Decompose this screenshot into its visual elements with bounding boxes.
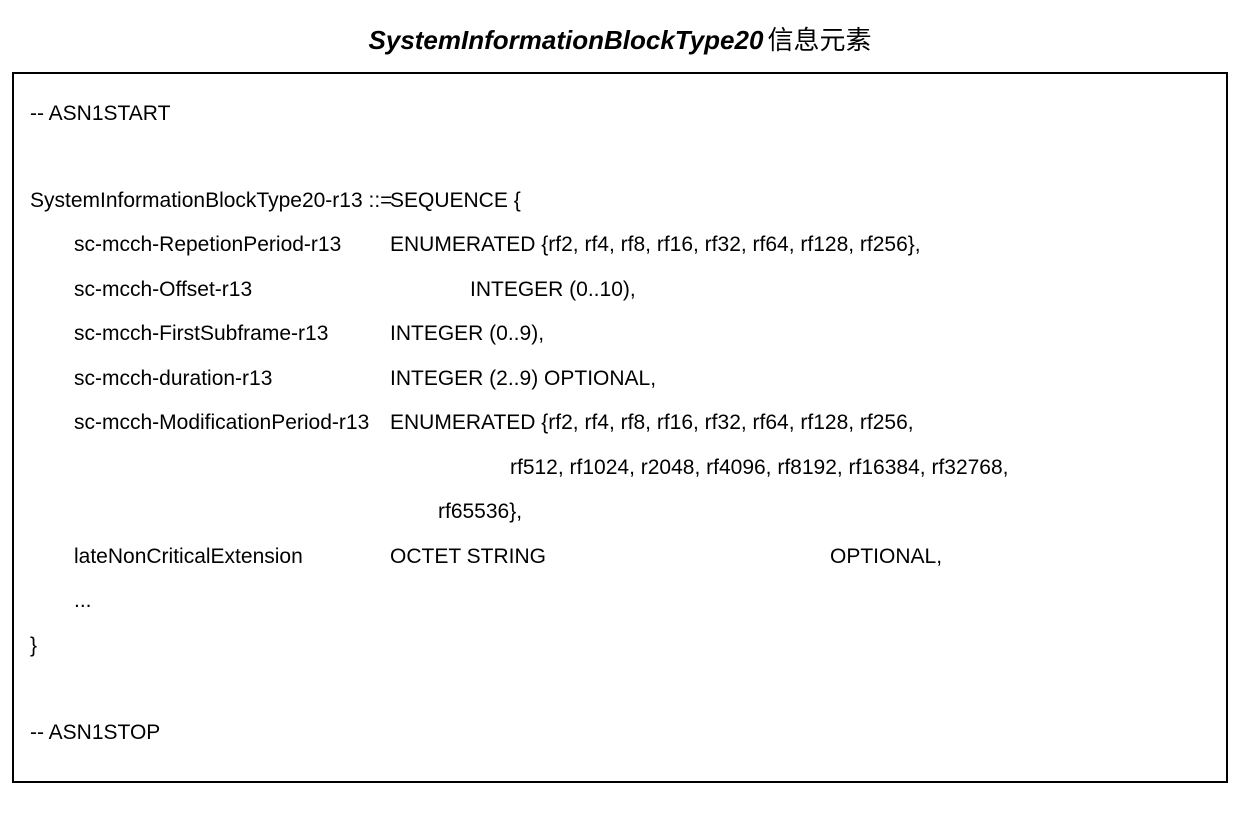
field-type: ENUMERATED {rf2, rf4, rf8, rf16, rf32, r…	[390, 411, 914, 434]
document-title: SystemInformationBlockType20信息元素	[0, 20, 1240, 57]
enum-continuation-1: rf512, rf1024, r2048, rf4096, rf8192, rf…	[30, 452, 1210, 485]
field-name: lateNonCriticalExtension	[74, 541, 390, 574]
asn1-sequence-header: SystemInformationBlockType20-r13 ::=SEQU…	[30, 185, 1210, 218]
field-late-non-critical-extension: lateNonCriticalExtensionOCTET STRINGOPTI…	[30, 541, 1210, 574]
asn1-extension-marker: ...	[30, 585, 1210, 618]
field-name: sc-mcch-duration-r13	[74, 363, 390, 396]
title-type-name: SystemInformationBlockType20	[369, 25, 764, 55]
asn1-stop-marker: -- ASN1STOP	[30, 717, 1210, 750]
asn1-start-marker: -- ASN1START	[30, 98, 1210, 131]
field-first-subframe: sc-mcch-FirstSubframe-r13INTEGER (0..9),	[30, 318, 1210, 351]
field-type: INTEGER (0..9),	[390, 322, 544, 345]
enum-continuation-2: rf65536},	[30, 496, 1210, 529]
field-duration: sc-mcch-duration-r13INTEGER (2..9) OPTIO…	[30, 363, 1210, 396]
type-name: SystemInformationBlockType20-r13 ::=	[30, 185, 390, 218]
field-type: OCTET STRING	[390, 541, 830, 574]
field-type: ENUMERATED {rf2, rf4, rf8, rf16, rf32, r…	[390, 233, 921, 256]
field-repetition-period: sc-mcch-RepetionPeriod-r13ENUMERATED {rf…	[30, 229, 1210, 262]
title-label-cjk: 信息元素	[767, 25, 871, 55]
field-optional: OPTIONAL,	[830, 545, 942, 568]
sequence-close-brace: }	[30, 630, 1210, 663]
field-name: sc-mcch-RepetionPeriod-r13	[74, 229, 390, 262]
field-offset: sc-mcch-Offset-r13INTEGER (0..10),	[30, 274, 1210, 307]
field-name: sc-mcch-FirstSubframe-r13	[74, 318, 390, 351]
field-modification-period: sc-mcch-ModificationPeriod-r13ENUMERATED…	[30, 407, 1210, 440]
sequence-keyword: SEQUENCE {	[390, 189, 521, 212]
field-name: sc-mcch-ModificationPeriod-r13	[74, 407, 390, 440]
asn1-definition-box: -- ASN1START SystemInformationBlockType2…	[12, 72, 1228, 783]
field-type: INTEGER (2..9) OPTIONAL,	[390, 367, 656, 390]
field-type: INTEGER (0..10),	[470, 278, 636, 301]
field-name: sc-mcch-Offset-r13	[74, 274, 470, 307]
